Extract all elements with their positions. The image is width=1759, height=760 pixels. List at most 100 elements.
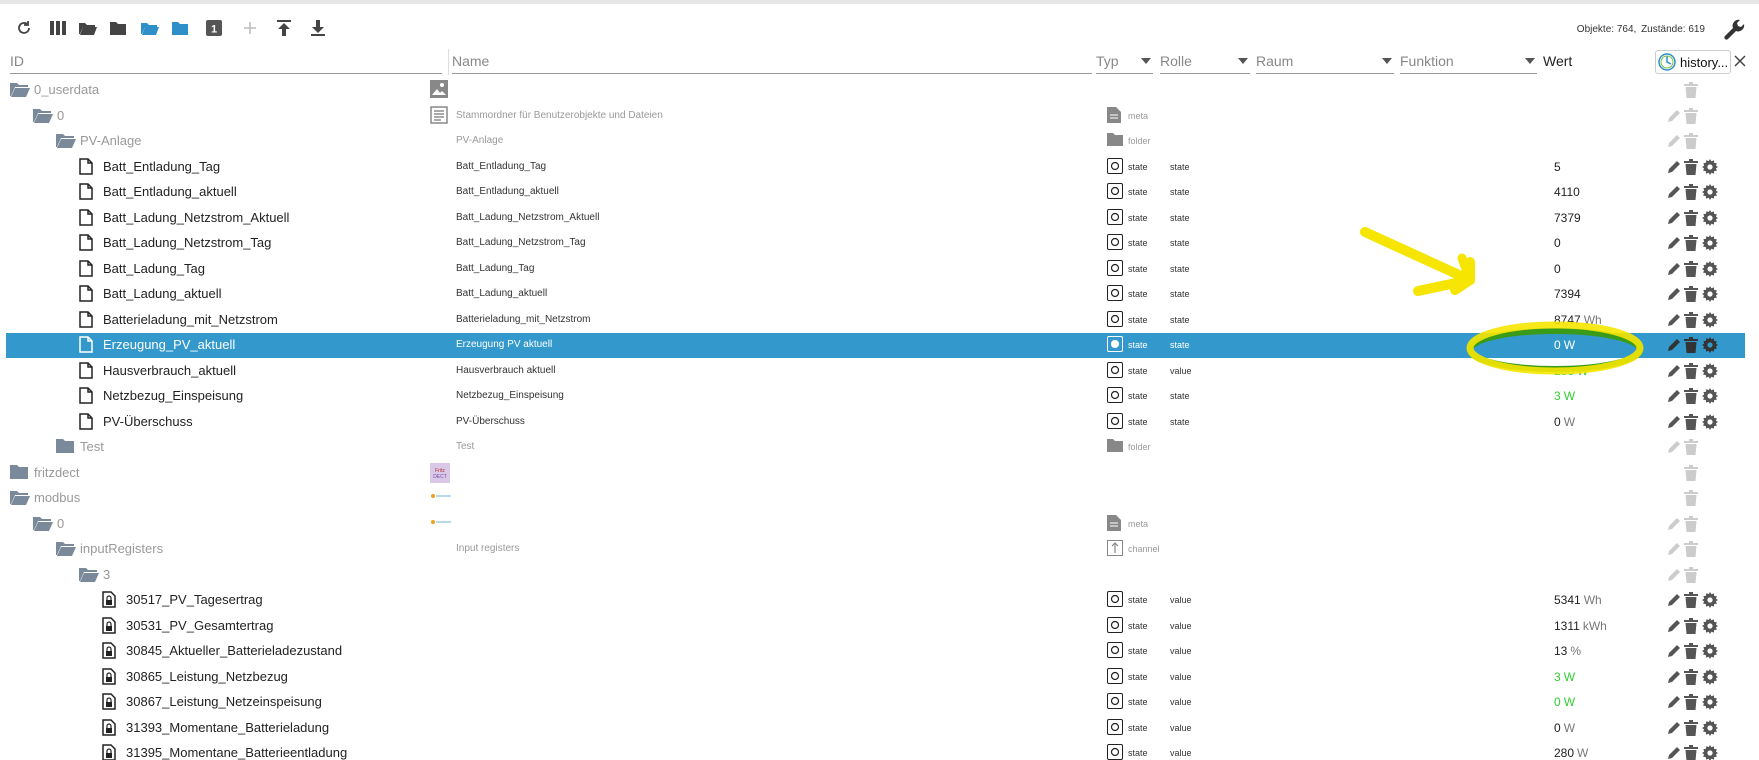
folder-icon[interactable] [106,16,130,40]
trash-icon[interactable] [1684,719,1700,736]
object-value[interactable]: 4110 [1554,185,1580,199]
folder-open-icon[interactable] [79,566,99,584]
gear-icon[interactable] [1702,311,1718,328]
add-icon[interactable] [238,16,262,40]
gear-icon[interactable] [1702,719,1718,736]
gear-icon[interactable] [1702,643,1718,659]
table-row[interactable]: 3 [6,563,1745,588]
edit-icon[interactable] [1666,592,1682,608]
folder-open-blue-icon[interactable] [138,16,162,40]
table-row[interactable]: Batt_Ladung_Netzstrom_Aktuell Batt_Ladung… [6,206,1745,231]
table-row[interactable]: Batterieladung_mit_Netzstrom Batterieladu… [6,308,1745,333]
trash-icon[interactable] [1684,694,1700,710]
trash-icon[interactable] [1684,158,1700,175]
trash-icon[interactable] [1684,107,1700,124]
history-selector[interactable]: history... [1655,50,1731,74]
object-value[interactable]: 3W [1554,670,1575,684]
object-value[interactable]: 5341 Wh [1554,593,1602,607]
edit-icon[interactable] [1666,286,1682,302]
folder-open-icon[interactable] [10,489,30,507]
edit-icon[interactable] [1666,388,1682,404]
table-row[interactable]: 0 Stammordner für Benutzerobjekte und Dat… [6,104,1745,129]
role-dropdown-caret-icon[interactable] [1238,58,1248,64]
gear-icon[interactable] [1702,337,1718,353]
table-row[interactable]: 31395_Momentane_Batterieentladung state va… [6,741,1745,760]
edit-icon[interactable] [1666,541,1682,557]
trash-icon[interactable] [1684,617,1700,634]
table-row[interactable]: Test Test folder [6,435,1745,460]
edit-icon[interactable] [1666,669,1682,685]
table-row[interactable]: 30517_PV_Tagesertrag state value 5341 Wh [6,588,1745,613]
table-row[interactable]: Hausverbrauch_aktuell Hausverbrauch aktue… [6,359,1745,384]
edit-icon[interactable] [1666,159,1682,175]
edit-icon[interactable] [1666,414,1682,430]
folder-open-icon[interactable] [33,107,53,125]
column-function[interactable]: Funktion [1400,46,1454,76]
table-row[interactable]: 30845_Aktueller_Batterieladezustand state… [6,639,1745,664]
column-name[interactable]: Name [452,46,489,76]
folder-open-icon[interactable] [76,16,100,40]
table-row[interactable]: Batt_Ladung_Tag Batt_Ladung_Tag state state… [6,257,1745,282]
gear-icon[interactable] [1702,668,1718,685]
gear-icon[interactable] [1702,235,1718,251]
table-row[interactable]: Batt_Ladung_aktuell Batt_Ladung_aktuell st… [6,282,1745,307]
counter-1-icon[interactable]: 1 [202,16,226,40]
trash-icon[interactable] [1684,592,1700,608]
column-room[interactable]: Raum [1256,46,1293,76]
trash-icon[interactable] [1684,643,1700,659]
edit-icon[interactable] [1666,312,1682,328]
trash-icon[interactable] [1684,388,1700,404]
object-value[interactable]: 5 [1554,160,1561,174]
table-row[interactable]: Netzbezug_Einspeisung Netzbezug_Einspeisu… [6,384,1745,409]
gear-icon[interactable] [1702,286,1718,302]
gear-icon[interactable] [1702,260,1718,277]
table-row[interactable]: fritzdect Fritz DECT [6,461,1745,486]
close-icon[interactable] [1733,54,1747,68]
edit-icon[interactable] [1666,694,1682,710]
trash-icon[interactable] [1684,286,1700,302]
folder-open-icon[interactable] [33,515,53,533]
edit-icon[interactable] [1666,643,1682,659]
trash-icon[interactable] [1684,464,1700,481]
column-id[interactable]: ID [10,46,24,76]
object-value[interactable]: 8747 Wh [1554,313,1602,327]
column-type[interactable]: Typ [1096,46,1119,76]
edit-icon[interactable] [1666,363,1682,379]
folder-blue-icon[interactable] [168,16,192,40]
upload-icon[interactable] [272,16,296,40]
table-row[interactable]: Batt_Entladung_Tag Batt_Entladung_Tag stat… [6,155,1745,180]
table-row[interactable]: 30531_PV_Gesamtertrag state value 1311 kWh [6,614,1745,639]
folder-icon[interactable] [10,464,30,482]
edit-icon[interactable] [1666,439,1682,455]
folder-open-icon[interactable] [56,132,76,150]
trash-icon[interactable] [1684,133,1700,149]
trash-icon[interactable] [1684,745,1700,760]
object-value[interactable]: 3W [1554,389,1575,403]
wrench-icon[interactable] [1723,19,1751,47]
trash-icon[interactable] [1684,235,1700,251]
edit-icon[interactable] [1666,235,1682,251]
edit-icon[interactable] [1666,184,1682,200]
trash-icon[interactable] [1684,184,1700,200]
trash-icon[interactable] [1684,515,1700,532]
folder-icon[interactable] [56,438,76,456]
trash-icon[interactable] [1684,439,1700,455]
gear-icon[interactable] [1702,209,1718,226]
table-row[interactable]: 31393_Momentane_Batterieladung state value… [6,716,1745,741]
object-value[interactable]: 0 [1554,262,1561,276]
table-row[interactable]: modbus [6,486,1745,511]
trash-icon[interactable] [1684,566,1700,583]
column-resizer[interactable] [448,49,449,75]
table-row[interactable]: PV-Anlage PV-Anlage folder [6,129,1745,154]
object-value[interactable]: 13% [1554,644,1581,658]
columns-icon[interactable] [46,16,70,40]
gear-icon[interactable] [1702,617,1718,634]
object-value[interactable]: 0W [1554,695,1575,709]
room-dropdown-caret-icon[interactable] [1382,58,1392,64]
trash-icon[interactable] [1684,311,1700,328]
object-value[interactable]: 0 [1554,236,1561,250]
gear-icon[interactable] [1702,413,1718,430]
table-row[interactable]: Batt_Ladung_Netzstrom_Tag Batt_Ladung_Net… [6,231,1745,256]
object-value[interactable]: 7379 [1554,211,1581,225]
trash-icon[interactable] [1684,413,1700,430]
